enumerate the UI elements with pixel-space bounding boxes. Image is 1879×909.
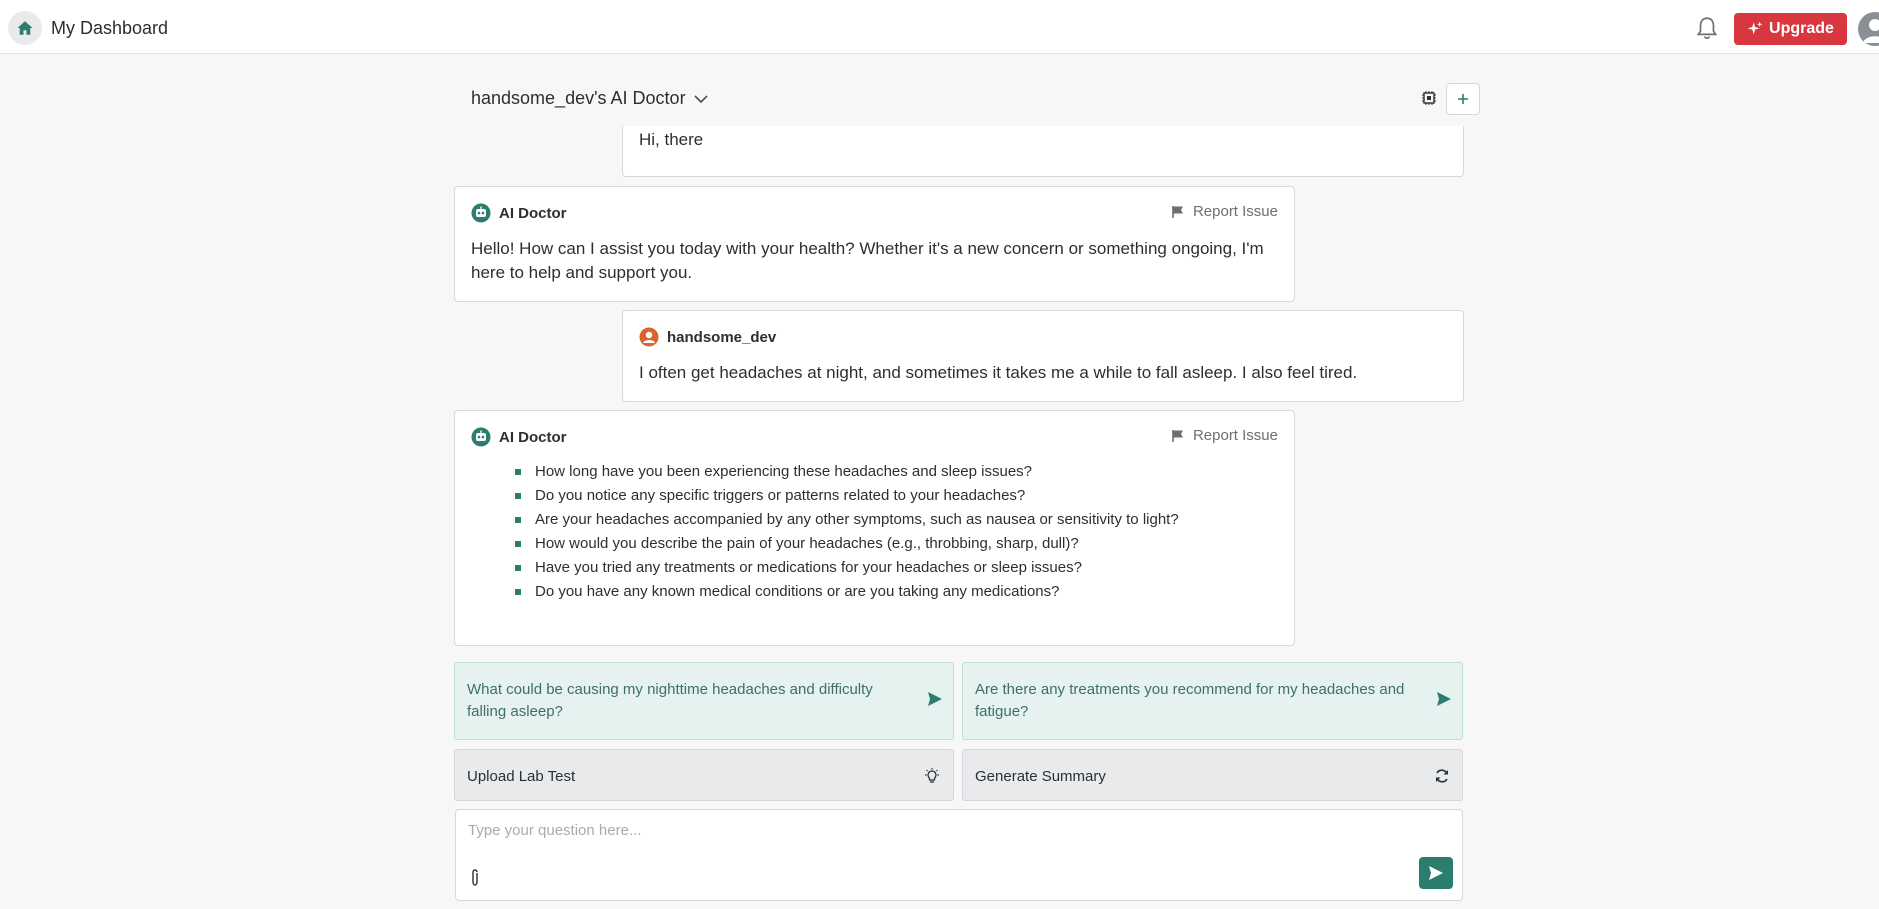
chat-messages[interactable]: Hi, there AI Doctor Report Issue Hello! … [453,126,1464,653]
message-text: Hi, there [639,130,704,149]
robot-icon [471,427,491,447]
chat-selector[interactable]: handsome_dev's AI Doctor [471,88,708,109]
home-button[interactable] [8,11,42,45]
suggestion-button[interactable]: What could be causing my nighttime heada… [454,662,954,740]
generate-summary-button[interactable]: Generate Summary [962,749,1463,801]
ai-message: AI Doctor Report Issue Hello! How can I … [454,186,1295,302]
upload-lab-test-button[interactable]: Upload Lab Test [454,749,954,801]
dashboard-title[interactable]: My Dashboard [51,18,168,39]
send-icon [928,692,942,706]
chevron-down-icon [693,94,708,103]
generate-summary-label: Generate Summary [975,768,1106,785]
report-issue-button[interactable]: Report Issue [1171,203,1278,220]
message-composer [455,809,1463,901]
chip-icon[interactable] [1421,90,1437,106]
message-text: I often get headaches at night, and some… [639,363,1358,382]
suggestion-text: Are there any treatments you recommend f… [975,681,1405,720]
sparkle-icon [1747,21,1763,35]
list-item: How long have you been experiencing thes… [515,460,1179,484]
suggestion-text: What could be causing my nighttime heada… [467,681,873,720]
user-message: handsome_dev I often get headaches at ni… [622,310,1464,402]
user-avatar-icon [1863,19,1879,43]
robot-icon [471,203,491,223]
top-bar: My Dashboard Upgrade [0,0,1879,54]
list-item: Have you tried any treatments or medicat… [515,556,1179,580]
report-issue-label: Report Issue [1192,203,1278,220]
list-item: How would you describe the pain of your … [515,532,1179,556]
list-item: Do you have any known medical conditions… [515,580,1179,604]
ai-message: AI Doctor Report Issue How long have you… [454,410,1295,646]
report-issue-label: Report Issue [1192,427,1278,444]
plus-icon [1458,94,1468,104]
flag-icon [1172,429,1183,442]
question-list: How long have you been experiencing thes… [515,460,1179,604]
send-button[interactable] [1419,857,1453,889]
message-text: Hello! How can I assist you today with y… [471,239,1264,282]
new-chat-button[interactable] [1446,83,1480,115]
lightbulb-icon [925,768,939,783]
chat-title: handsome_dev's AI Doctor [471,88,686,108]
suggestion-button[interactable]: Are there any treatments you recommend f… [962,662,1463,740]
question-input[interactable] [468,822,1368,852]
send-icon [1437,692,1451,706]
list-item: Are your headaches accompanied by any ot… [515,508,1179,532]
author-name: handsome_dev [667,328,777,346]
bell-icon[interactable] [1694,15,1720,43]
upload-lab-test-label: Upload Lab Test [467,768,576,785]
user-message: Hi, there [622,126,1464,177]
list-item: Do you notice any specific triggers or p… [515,484,1179,508]
message-author: handsome_dev [639,327,776,347]
user-avatar-button[interactable] [1858,12,1879,46]
paperclip-icon[interactable] [468,868,482,888]
refresh-icon [1436,769,1448,783]
author-name: AI Doctor [499,428,567,446]
home-icon [17,21,33,35]
send-icon [1429,866,1443,880]
flag-icon [1172,205,1183,218]
upgrade-label: Upgrade [1769,20,1834,37]
author-name: AI Doctor [499,204,567,222]
upgrade-button[interactable]: Upgrade [1734,13,1847,45]
message-author: AI Doctor [471,203,567,223]
report-issue-button[interactable]: Report Issue [1171,427,1278,444]
user-avatar-icon [639,327,659,347]
message-author: AI Doctor [471,427,567,447]
